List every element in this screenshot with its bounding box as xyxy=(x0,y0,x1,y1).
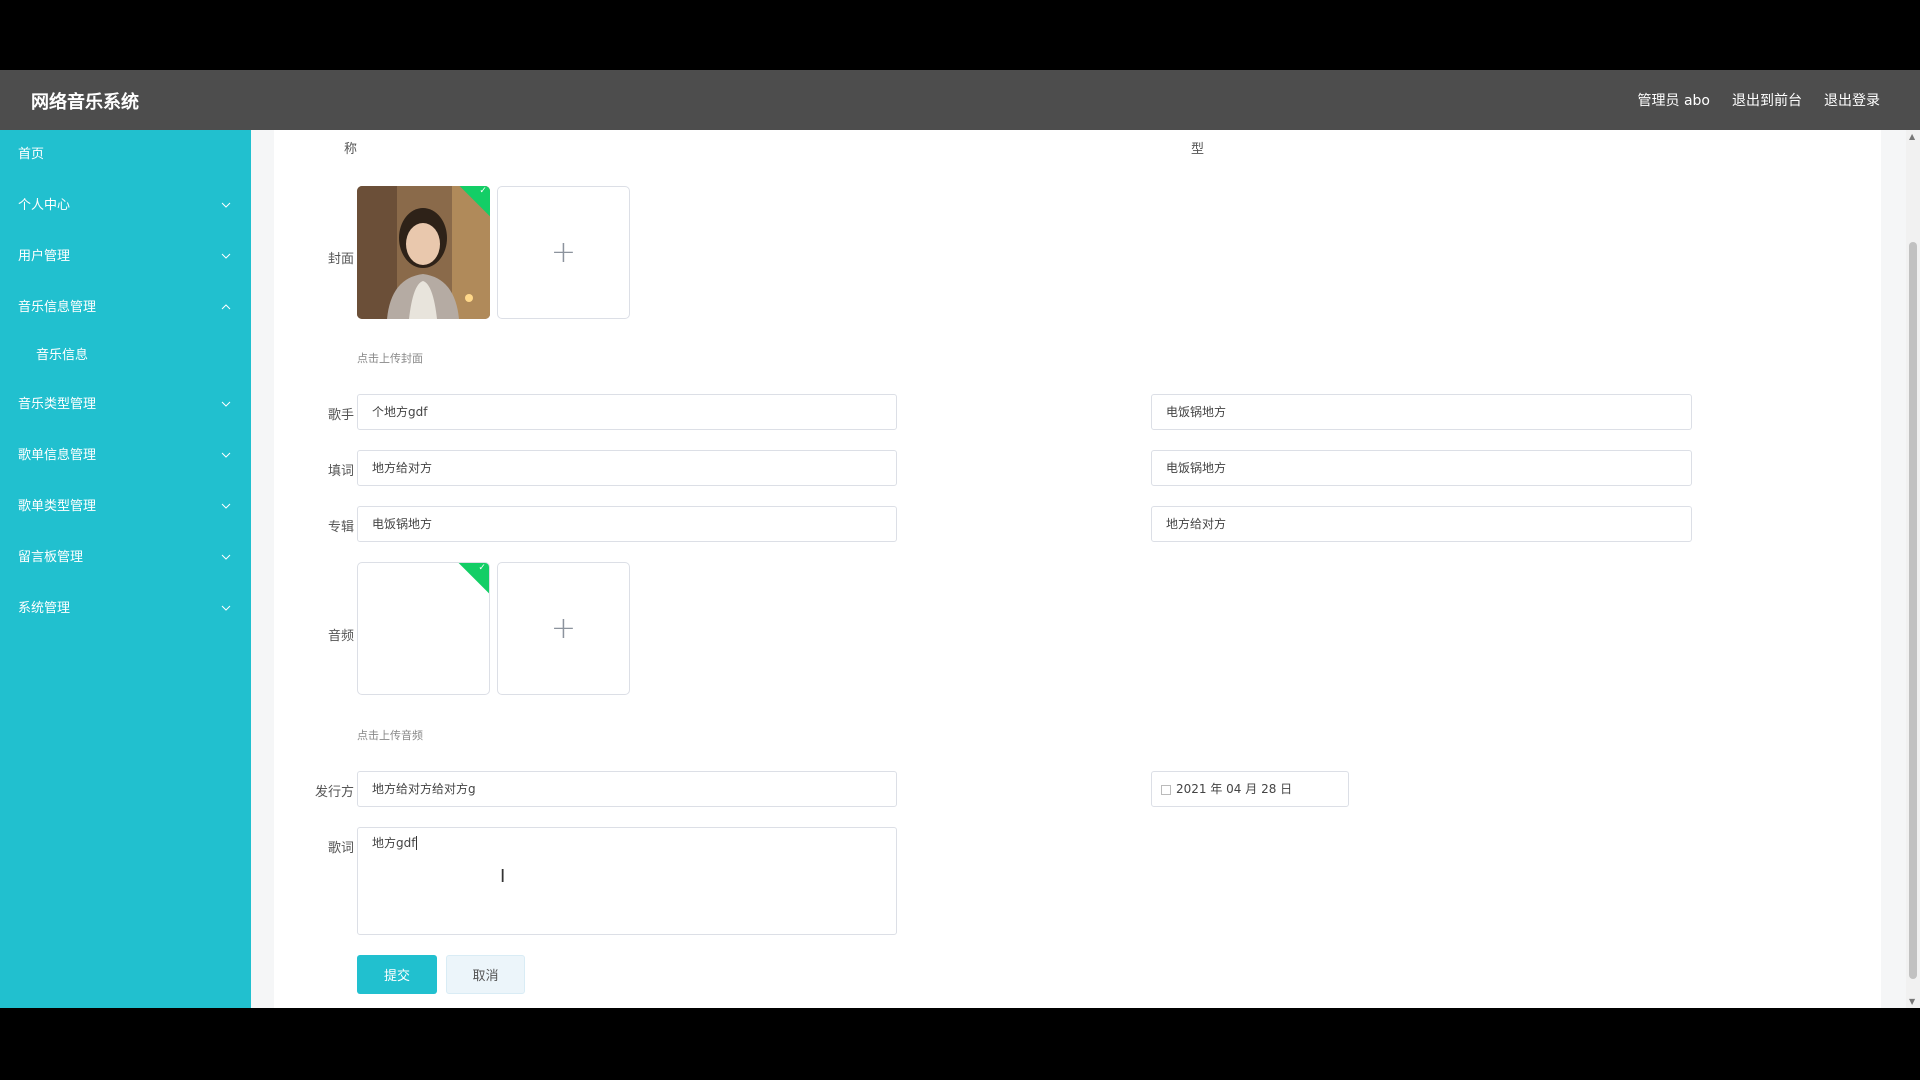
exit-to-front-link[interactable]: 退出到前台 xyxy=(1732,90,1802,110)
text-caret xyxy=(416,836,418,850)
plus-icon: + xyxy=(550,235,577,270)
sidebar-item-label: 歌单类型管理 xyxy=(18,499,97,514)
vertical-scrollbar[interactable]: ▲ ▼ xyxy=(1906,130,1920,1008)
partial-label-type: 型 xyxy=(1190,142,1204,157)
chevron-down-icon xyxy=(221,430,231,481)
app-title: 网络音乐系统 xyxy=(31,92,139,113)
chevron-up-icon xyxy=(221,282,231,333)
upload-success-badge: ✓ xyxy=(457,563,489,595)
release-date-value: 2021 年 04 月 28 日 xyxy=(1176,782,1293,796)
sidebar-item-home[interactable]: 首页 xyxy=(0,130,251,180)
lyricist-input[interactable]: 地方给对方 xyxy=(357,450,897,486)
album-input[interactable]: 电饭锅地方 xyxy=(357,506,897,542)
sidebar-item-music-info[interactable]: 音乐信息 xyxy=(0,333,251,379)
sidebar-item-user-management[interactable]: 用户管理 xyxy=(0,231,251,282)
sidebar-item-playlist-management[interactable]: 歌单信息管理 xyxy=(0,430,251,481)
scroll-down-icon[interactable]: ▼ xyxy=(1909,997,1915,1006)
sidebar-item-label: 系统管理 xyxy=(18,601,71,616)
check-icon: ✓ xyxy=(478,563,486,574)
album-label: 专辑 xyxy=(327,520,354,535)
lyrics-text: 地方gdf xyxy=(372,836,416,850)
cover-image-thumb[interactable]: ✓ xyxy=(357,186,490,319)
language-input[interactable]: 电饭锅地方 xyxy=(1151,450,1692,486)
chevron-down-icon xyxy=(221,532,231,583)
plus-icon: + xyxy=(550,611,577,646)
sidebar-item-system-management[interactable]: 系统管理 xyxy=(0,583,251,634)
chevron-down-icon xyxy=(221,583,231,634)
publisher-input[interactable]: 地方给对方给对方g xyxy=(357,771,897,807)
sidebar-item-personal-center[interactable]: 个人中心 xyxy=(0,180,251,231)
top-actions: 管理员 abo 退出到前台 退出登录 xyxy=(1638,90,1880,110)
app-screen: 网络音乐系统 管理员 abo 退出到前台 退出登录 首页 个人中心 用户管理 音… xyxy=(0,70,1920,1008)
lyrics-textarea[interactable]: 地方gdf xyxy=(357,827,897,935)
logout-link[interactable]: 退出登录 xyxy=(1824,90,1880,110)
sidebar-item-label: 个人中心 xyxy=(18,198,71,213)
release-date-input[interactable]: 2021 年 04 月 28 日 xyxy=(1151,771,1349,807)
chevron-down-icon xyxy=(221,379,231,430)
scroll-thumb[interactable] xyxy=(1909,242,1917,979)
lyrics-label: 歌词 xyxy=(327,841,354,856)
publisher-label: 发行方 xyxy=(314,785,354,800)
cover-upload-button[interactable]: + xyxy=(497,186,630,319)
cancel-button[interactable]: 取消 xyxy=(446,955,525,994)
singer-input[interactable]: 个地方gdf xyxy=(357,394,897,430)
audio-upload-button[interactable]: + xyxy=(497,562,630,695)
sidebar-item-label: 首页 xyxy=(18,147,45,162)
form-panel: 称 型 封面 ✓ + 点击上传封面 歌手 个地方gdf 电饭锅地方 填词 地方给… xyxy=(274,130,1881,1008)
sidebar-item-label: 留言板管理 xyxy=(18,550,84,565)
cover-label: 封面 xyxy=(327,252,354,267)
sidebar-item-message-board[interactable]: 留言板管理 xyxy=(0,532,251,583)
singer-label: 歌手 xyxy=(327,408,354,423)
check-icon: ✓ xyxy=(479,186,487,197)
sidebar-item-playlist-type-management[interactable]: 歌单类型管理 xyxy=(0,481,251,532)
cover-photo xyxy=(357,186,490,319)
calendar-icon xyxy=(1161,784,1171,795)
audio-file-thumb[interactable]: ✓ xyxy=(357,562,490,695)
sidebar-item-label: 歌单信息管理 xyxy=(18,448,97,463)
lyricist-label: 填词 xyxy=(327,464,354,479)
sidebar-item-music-type-management[interactable]: 音乐类型管理 xyxy=(0,379,251,430)
sidebar-item-label: 音乐信息管理 xyxy=(18,300,97,315)
main-content: 称 型 封面 ✓ + 点击上传封面 歌手 个地方gdf 电饭锅地方 填词 地方给… xyxy=(251,130,1920,1008)
chevron-down-icon xyxy=(221,481,231,532)
sidebar-item-label: 用户管理 xyxy=(18,249,71,264)
admin-user-label: 管理员 abo xyxy=(1637,93,1710,109)
text-cursor-icon: I xyxy=(500,866,506,887)
arranger-input[interactable]: 电饭锅地方 xyxy=(1151,394,1692,430)
audio-upload-hint: 点击上传音频 xyxy=(357,729,423,742)
submit-button[interactable]: 提交 xyxy=(357,955,437,994)
sidebar-item-label: 音乐信息 xyxy=(36,348,89,363)
partial-label-name: 称 xyxy=(343,142,357,157)
top-bar: 网络音乐系统 管理员 abo 退出到前台 退出登录 xyxy=(0,70,1920,130)
duration-input[interactable]: 地方给对方 xyxy=(1151,506,1692,542)
chevron-down-icon xyxy=(221,180,231,231)
scroll-up-icon[interactable]: ▲ xyxy=(1909,132,1915,141)
sidebar-item-music-info-management[interactable]: 音乐信息管理 xyxy=(0,282,251,333)
sidebar: 首页 个人中心 用户管理 音乐信息管理 音乐信息 音乐类型管理 歌单信息管理 歌… xyxy=(0,130,251,1008)
cover-upload-hint: 点击上传封面 xyxy=(357,352,423,365)
sidebar-item-label: 音乐类型管理 xyxy=(18,397,97,412)
chevron-down-icon xyxy=(221,231,231,282)
audio-label: 音频 xyxy=(327,629,354,644)
